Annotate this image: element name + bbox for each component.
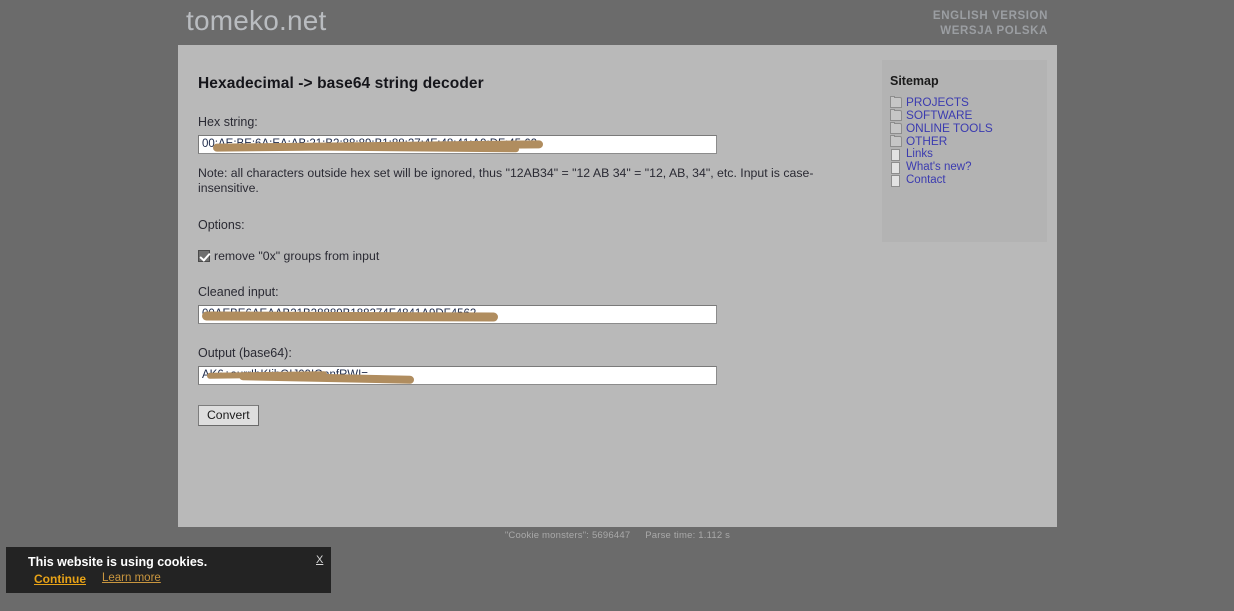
sitemap-item-links[interactable]: Links [890,148,1047,161]
folder-icon [890,96,902,108]
cleaned-input-label: Cleaned input: [198,285,279,299]
output-base64-value: AK6+aurrIbKIibGIJ09IQanfRWI= [202,369,368,381]
language-switcher: ENGLISH VERSION WERSJA POLSKA [933,9,1048,39]
options-label: Options: [198,218,245,232]
sitemap-link-links[interactable]: Links [906,148,933,161]
sitemap-link-contact[interactable]: Contact [906,174,946,187]
sitemap-item-whats-new[interactable]: What's new? [890,161,1047,174]
site-logo[interactable]: tomeko.net [186,5,327,37]
cookie-consent-banner: This website is using cookies. Continue … [6,547,331,593]
folder-icon [890,109,902,121]
cookie-banner-title: This website is using cookies. [28,555,208,569]
hex-string-input[interactable]: 00:AE:BE:6A:EA:AB:21:B2:88:89:B1:88:27:4… [198,135,717,154]
cookie-monsters-counter: "Cookie monsters": 5696447 [504,530,631,541]
page-title: Hexadecimal -> base64 string decoder [198,75,484,92]
page-icon [891,148,900,161]
close-icon[interactable]: X [316,554,323,566]
sitemap-link-other[interactable]: OTHER [906,135,947,148]
cleaned-input-value: 00AEBE6AEAAB21B28889B188274F4841A9DF4562 [202,308,477,320]
output-base64-label: Output (base64): [198,346,292,360]
sitemap-link-whats-new[interactable]: What's new? [906,161,971,174]
note-text: Note: all characters outside hex set wil… [198,166,814,195]
convert-button[interactable]: Convert [198,405,259,426]
sitemap-title: Sitemap [890,74,939,88]
folder-icon [890,122,902,134]
cleaned-input-field[interactable]: 00AEBE6AEAAB21B28889B188274F4841A9DF4562 [198,305,717,324]
page-icon [891,161,900,174]
remove-0x-label: remove "0x" groups from input [214,249,380,263]
sitemap-sidebar: Sitemap PROJECTS SOFTWARE ONLINE TOOLS O… [882,60,1047,242]
language-link-english[interactable]: ENGLISH VERSION [933,9,1048,24]
cookie-learn-more-link[interactable]: Learn more [102,572,161,584]
hex-string-label: Hex string: [198,115,258,129]
page-panel: Hexadecimal -> base64 string decoder Hex… [178,45,1057,527]
footer: "Cookie monsters": 5696447 Parse time: 1… [178,530,1057,541]
parse-time: Parse time: 1.112 s [645,530,731,541]
cookie-continue-link[interactable]: Continue [34,572,86,586]
sitemap-item-contact[interactable]: Contact [890,174,1047,187]
language-link-polish[interactable]: WERSJA POLSKA [933,24,1048,39]
remove-0x-checkbox[interactable] [198,250,210,262]
brand-bar: tomeko.net ENGLISH VERSION WERSJA POLSKA [0,0,1234,45]
option-remove-0x-row[interactable]: remove "0x" groups from input [198,249,878,263]
folder-icon [890,135,902,147]
page-icon [891,174,900,187]
content-column: Hexadecimal -> base64 string decoder Hex… [198,45,878,426]
sitemap-item-other[interactable]: OTHER [890,135,1047,148]
output-base64-field[interactable]: AK6+aurrIbKIibGIJ09IQanfRWI= [198,366,717,385]
sitemap-list: PROJECTS SOFTWARE ONLINE TOOLS OTHER Lin… [882,96,1047,187]
hex-string-value: 00:AE:BE:6A:EA:AB:21:B2:88:89:B1:88:27:4… [202,138,537,150]
